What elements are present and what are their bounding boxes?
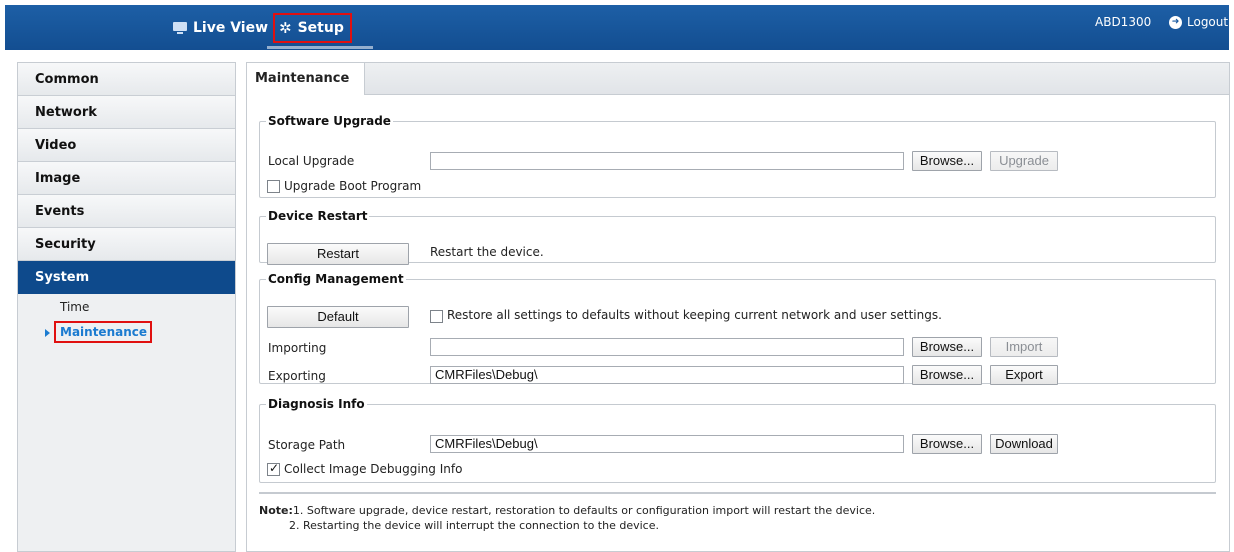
tab-bar: Maintenance [247, 63, 1229, 95]
default-button[interactable]: Default [267, 306, 409, 328]
note-line-2: 2. Restarting the device will interrupt … [289, 519, 659, 532]
sidebar-item-events[interactable]: Events [18, 195, 235, 228]
download-button[interactable]: Download [990, 434, 1058, 454]
main-panel: Maintenance Software Upgrade Local Upgra… [246, 62, 1230, 552]
software-upgrade-section: Software Upgrade Local Upgrade Browse...… [259, 114, 1216, 198]
restart-description: Restart the device. [430, 245, 544, 259]
collect-debugging-label: Collect Image Debugging Info [284, 462, 463, 476]
importing-path-input[interactable] [430, 338, 904, 356]
sidebar-item-security[interactable]: Security [18, 228, 235, 261]
upgrade-boot-program-label: Upgrade Boot Program [284, 179, 422, 193]
device-restart-legend: Device Restart [268, 209, 368, 223]
sidebar-item-image[interactable]: Image [18, 162, 235, 195]
sidebar-subitem-maintenance-label: Maintenance [54, 321, 153, 343]
top-header-bar: Live View ✲ Setup ABD1300 ➜ Logout [5, 5, 1229, 50]
sidebar-item-network[interactable]: Network [18, 96, 235, 129]
upgrade-boot-program-checkbox[interactable] [267, 180, 280, 193]
diagnosis-info-section: Diagnosis Info Storage Path CMRFiles\Deb… [259, 397, 1216, 483]
storage-path-label: Storage Path [268, 438, 346, 452]
arrow-circle-right-icon: ➜ [1169, 15, 1182, 29]
sidebar: Common Network Video Image Events Securi… [17, 62, 236, 552]
nav-live-view-label: Live View [193, 20, 269, 36]
exporting-path-input[interactable]: CMRFiles\Debug\ [430, 366, 904, 384]
upgrade-button[interactable]: Upgrade [990, 151, 1058, 171]
note-line-1: 1. Software upgrade, device restart, res… [292, 504, 876, 517]
logout-link[interactable]: ➜ Logout [1169, 15, 1228, 29]
sidebar-item-video[interactable]: Video [18, 129, 235, 162]
current-user: ABD1300 [1095, 15, 1152, 29]
sidebar-item-system[interactable]: System [18, 261, 235, 294]
device-restart-section: Device Restart Restart Restart the devic… [259, 209, 1216, 265]
exporting-label: Exporting [268, 369, 326, 383]
restore-defaults-checkbox[interactable] [430, 310, 443, 323]
config-management-section: Config Management Default Restore all se… [259, 272, 1216, 385]
tab-maintenance[interactable]: Maintenance [247, 63, 365, 95]
restart-button[interactable]: Restart [267, 243, 409, 265]
sidebar-subitem-time[interactable]: Time [18, 294, 235, 319]
import-browse-button[interactable]: Browse... [912, 337, 982, 357]
sidebar-item-common[interactable]: Common [18, 63, 235, 96]
storage-browse-button[interactable]: Browse... [912, 434, 982, 454]
diagnosis-info-legend: Diagnosis Info [268, 397, 365, 411]
export-button[interactable]: Export [990, 365, 1058, 385]
local-upgrade-path-input[interactable] [430, 152, 904, 170]
logout-label: Logout [1187, 15, 1229, 29]
note-prefix: Note: [259, 504, 293, 517]
nav-setup[interactable]: ✲ Setup [273, 13, 352, 43]
active-tab-indicator [267, 46, 373, 49]
restore-defaults-label: Restore all settings to defaults without… [447, 308, 942, 322]
nav-live-view[interactable]: Live View [173, 15, 268, 41]
gear-icon: ✲ [279, 19, 292, 37]
monitor-icon [173, 22, 187, 34]
sidebar-subitem-maintenance[interactable]: Maintenance [18, 319, 235, 344]
importing-label: Importing [268, 341, 327, 355]
import-button[interactable]: Import [990, 337, 1058, 357]
upgrade-browse-button[interactable]: Browse... [912, 151, 982, 171]
export-browse-button[interactable]: Browse... [912, 365, 982, 385]
local-upgrade-label: Local Upgrade [268, 154, 355, 168]
caret-right-icon [45, 329, 50, 337]
software-upgrade-legend: Software Upgrade [268, 114, 391, 128]
nav-setup-label: Setup [297, 20, 344, 36]
section-divider [259, 492, 1216, 494]
collect-debugging-checkbox[interactable] [267, 461, 280, 476]
config-management-legend: Config Management [268, 272, 404, 286]
storage-path-input[interactable]: CMRFiles\Debug\ [430, 435, 904, 453]
note-text: Note:1. Software upgrade, device restart… [259, 503, 875, 533]
